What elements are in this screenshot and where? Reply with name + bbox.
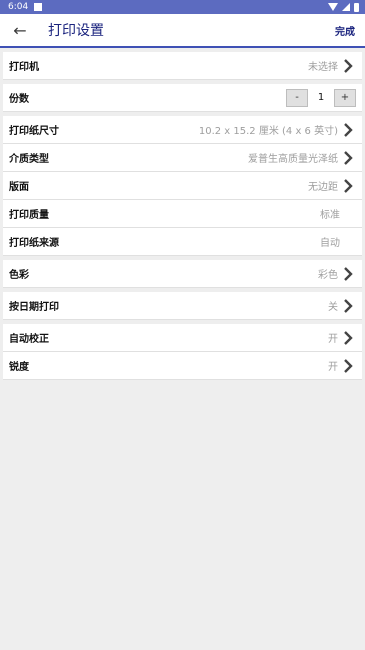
setting-value: 10.2 x 15.2 厘米 (4 x 6 英寸) xyxy=(198,126,338,137)
setting-label: 按日期打印 xyxy=(9,302,59,313)
setting-label: 版面 xyxy=(9,182,29,193)
setting-media-type[interactable]: 介质类型 爱普生高质量光泽纸 xyxy=(3,144,362,172)
setting-printer[interactable]: 打印机 未选择 xyxy=(3,52,362,80)
setting-print-quality: 打印质量 标准 xyxy=(3,200,362,228)
setting-paper-size[interactable]: 打印纸尺寸 10.2 x 15.2 厘米 (4 x 6 英寸) xyxy=(3,116,362,144)
setting-paper-source: 打印纸来源 自动 xyxy=(3,228,362,256)
status-bar: 6:04 xyxy=(0,0,365,14)
setting-label: 锐度 xyxy=(9,362,29,373)
setting-color[interactable]: 色彩 彩色 xyxy=(3,260,362,288)
setting-value: 开 xyxy=(328,334,338,345)
settings-list: 打印机 未选择 份数 - 1 + 打印纸尺寸 10.2 x 15.2 厘米 (4… xyxy=(3,52,362,380)
back-button[interactable]: ← xyxy=(0,13,40,47)
done-button[interactable]: 完成 xyxy=(335,23,355,38)
chevron-right-icon xyxy=(340,324,356,352)
setting-value: 开 xyxy=(328,362,338,373)
setting-value: 彩色 xyxy=(318,270,338,281)
chevron-right-icon xyxy=(340,292,356,320)
chevron-right-icon xyxy=(340,172,356,200)
page-title: 打印设置 xyxy=(48,23,104,39)
copies-value: 1 xyxy=(317,92,325,103)
setting-sharpness[interactable]: 锐度 开 xyxy=(3,352,362,380)
battery-icon xyxy=(354,2,359,12)
chevron-right-icon xyxy=(340,144,356,172)
chevron-right-icon xyxy=(340,116,356,144)
decrement-button[interactable]: - xyxy=(286,88,308,107)
setting-date-print[interactable]: 按日期打印 关 xyxy=(3,292,362,320)
setting-label: 色彩 xyxy=(9,270,29,281)
status-time: 6:04 xyxy=(8,2,29,12)
setting-auto-correct[interactable]: 自动校正 开 xyxy=(3,324,362,352)
arrow-left-icon: ← xyxy=(13,20,27,40)
setting-value: 标准 xyxy=(320,210,340,221)
setting-label: 打印纸尺寸 xyxy=(9,126,59,137)
notification-icon xyxy=(34,3,43,11)
setting-label: 份数 xyxy=(9,94,29,105)
chevron-right-icon xyxy=(340,260,356,288)
setting-label: 打印质量 xyxy=(9,210,49,221)
setting-label: 介质类型 xyxy=(9,154,49,165)
setting-label: 自动校正 xyxy=(9,334,49,345)
wifi-icon xyxy=(328,3,338,11)
chevron-right-icon xyxy=(340,52,356,80)
setting-value: 未选择 xyxy=(308,62,338,73)
increment-button[interactable]: + xyxy=(334,88,356,107)
setting-copies: 份数 - 1 + xyxy=(3,84,362,112)
setting-label: 打印机 xyxy=(9,62,39,73)
app-bar: ← 打印设置 完成 xyxy=(0,14,365,48)
setting-value: 关 xyxy=(328,302,338,313)
setting-label: 打印纸来源 xyxy=(9,238,59,249)
signal-icon xyxy=(342,3,350,11)
setting-value: 自动 xyxy=(320,238,340,249)
copies-stepper: - 1 + xyxy=(286,88,356,107)
setting-value: 无边距 xyxy=(308,182,338,193)
chevron-right-icon xyxy=(340,352,356,380)
setting-value: 爱普生高质量光泽纸 xyxy=(248,154,338,165)
setting-layout[interactable]: 版面 无边距 xyxy=(3,172,362,200)
